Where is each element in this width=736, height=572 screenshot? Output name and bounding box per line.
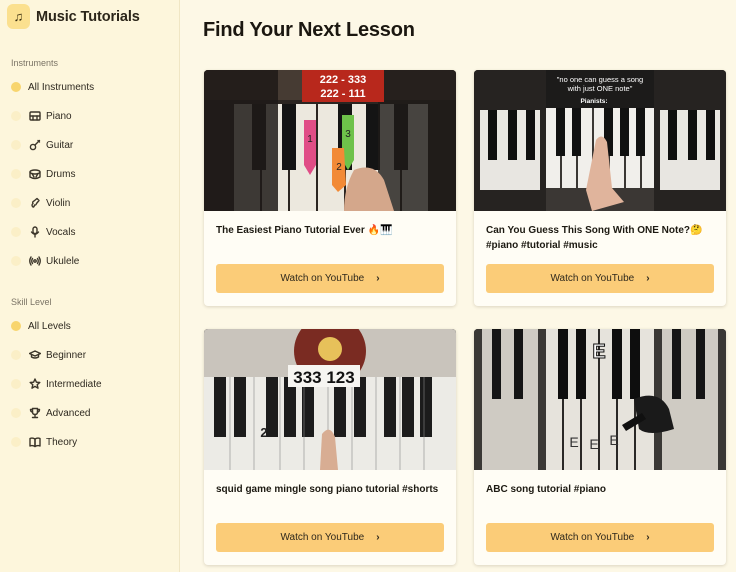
watch-on-youtube-button[interactable]: Watch on YouTube › — [216, 264, 444, 293]
thumbnail-caption: 333 123 — [293, 368, 354, 387]
indicator-dot — [11, 408, 21, 418]
chevron-right-icon: › — [646, 532, 650, 543]
sidebar-item-theory[interactable]: Theory — [0, 431, 180, 453]
sidebar-item-label: Beginner — [46, 349, 87, 361]
sidebar-item-label: All Instruments — [28, 81, 95, 93]
indicator-dot — [11, 140, 21, 150]
watch-on-youtube-button[interactable]: Watch on YouTube › — [486, 523, 714, 552]
indicator-dot — [11, 111, 21, 121]
sidebar-item-drums[interactable]: Drums — [0, 163, 180, 185]
svg-text:2: 2 — [336, 162, 342, 173]
watch-button-label: Watch on YouTube — [550, 273, 635, 284]
watch-button-label: Watch on YouTube — [550, 532, 635, 543]
svg-text:2: 2 — [260, 425, 267, 440]
video-card: E E E E ABC song tutorial #piano Watch o… — [474, 329, 726, 565]
book-icon — [29, 436, 41, 448]
violin-icon — [29, 197, 41, 209]
sidebar-item-label: Guitar — [46, 139, 74, 151]
sidebar: ♫ Music Tutorials Instruments All Instru… — [0, 0, 180, 572]
svg-text:1: 1 — [307, 134, 313, 145]
svg-text:3: 3 — [345, 129, 351, 140]
indicator-dot — [11, 198, 21, 208]
brand[interactable]: ♫ Music Tutorials — [7, 4, 140, 29]
sidebar-item-label: Vocals — [46, 226, 76, 238]
sidebar-item-intermediate[interactable]: Intermediate — [0, 373, 180, 395]
watch-button-label: Watch on YouTube — [280, 273, 365, 284]
sidebar-item-beginner[interactable]: Beginner — [0, 344, 180, 366]
thumbnail-caption-line-1: 222 - 333 — [320, 74, 366, 86]
indicator-dot — [11, 437, 21, 447]
piano-icon — [29, 110, 41, 122]
active-indicator-dot — [11, 321, 21, 331]
active-indicator-dot — [11, 82, 21, 92]
sidebar-item-guitar[interactable]: Guitar — [0, 134, 180, 156]
chevron-right-icon: › — [376, 273, 380, 284]
video-thumbnail[interactable]: "no one can guess a song with just ONE n… — [474, 70, 726, 211]
microphone-icon — [29, 226, 41, 238]
video-thumbnail[interactable]: 333 123 2 — [204, 329, 456, 470]
sidebar-item-ukulele[interactable]: Ukulele — [0, 250, 180, 272]
page-title: Find Your Next Lesson — [203, 19, 415, 41]
sidebar-item-label: All Levels — [28, 320, 71, 332]
chevron-right-icon: › — [376, 532, 380, 543]
thumbnail-caption: E — [592, 341, 605, 363]
indicator-dot — [11, 379, 21, 389]
chevron-right-icon: › — [646, 273, 650, 284]
sidebar-item-label: Ukulele — [46, 255, 80, 267]
guitar-icon — [29, 139, 41, 151]
watch-on-youtube-button[interactable]: Watch on YouTube › — [486, 264, 714, 293]
thumbnail-caption-line-1: "no one can guess a song — [557, 75, 643, 84]
indicator-dot — [11, 350, 21, 360]
sidebar-item-violin[interactable]: Violin — [0, 192, 180, 214]
radio-waves-icon — [29, 255, 41, 267]
indicator-dot — [11, 169, 21, 179]
sidebar-item-label: Drums — [46, 168, 76, 180]
music-note-icon: ♫ — [7, 4, 30, 29]
sidebar-item-label: Advanced — [46, 407, 91, 419]
watch-on-youtube-button[interactable]: Watch on YouTube › — [216, 523, 444, 552]
instruments-section-label: Instruments — [11, 58, 59, 68]
thumbnail-caption-line-2: with just ONE note" — [567, 84, 633, 93]
video-card: 333 123 2 squid game mingle song piano t… — [204, 329, 456, 565]
trophy-icon — [29, 407, 41, 419]
thumbnail-caption-line-3: Pianists: — [580, 98, 607, 105]
sidebar-item-label: Theory — [46, 436, 78, 448]
video-thumbnail[interactable]: E E E E — [474, 329, 726, 470]
indicator-dot — [11, 256, 21, 266]
sidebar-item-label: Violin — [46, 197, 71, 209]
video-card: 222 - 333 222 - 111 1 3 2 The Easiest Pi… — [204, 70, 456, 306]
star-icon — [29, 378, 41, 390]
graduation-cap-icon — [29, 349, 41, 361]
thumbnail-caption-line-2: 222 - 111 — [320, 88, 365, 100]
video-title[interactable]: ABC song tutorial #piano — [486, 482, 716, 497]
video-title[interactable]: Can You Guess This Song With ONE Note?🤔 … — [486, 223, 716, 253]
svg-text:E: E — [609, 432, 618, 448]
video-title[interactable]: The Easiest Piano Tutorial Ever 🔥🎹 — [216, 223, 446, 238]
drum-icon — [29, 168, 41, 180]
sidebar-item-label: Intermediate — [46, 378, 102, 390]
sidebar-item-all-instruments[interactable]: All Instruments — [0, 76, 180, 98]
video-title[interactable]: squid game mingle song piano tutorial #s… — [216, 482, 446, 497]
watch-button-label: Watch on YouTube — [280, 532, 365, 543]
sidebar-item-piano[interactable]: Piano — [0, 105, 180, 127]
video-thumbnail[interactable]: 222 - 333 222 - 111 1 3 2 — [204, 70, 456, 211]
svg-text:E: E — [589, 436, 598, 452]
indicator-dot — [11, 227, 21, 237]
sidebar-item-all-levels[interactable]: All Levels — [0, 315, 180, 337]
sidebar-item-vocals[interactable]: Vocals — [0, 221, 180, 243]
svg-text:E: E — [569, 434, 578, 450]
skill-section-label: Skill Level — [11, 297, 52, 307]
sidebar-item-label: Piano — [46, 110, 72, 122]
video-card: "no one can guess a song with just ONE n… — [474, 70, 726, 306]
app-title: Music Tutorials — [36, 8, 140, 25]
sidebar-item-advanced[interactable]: Advanced — [0, 402, 180, 424]
